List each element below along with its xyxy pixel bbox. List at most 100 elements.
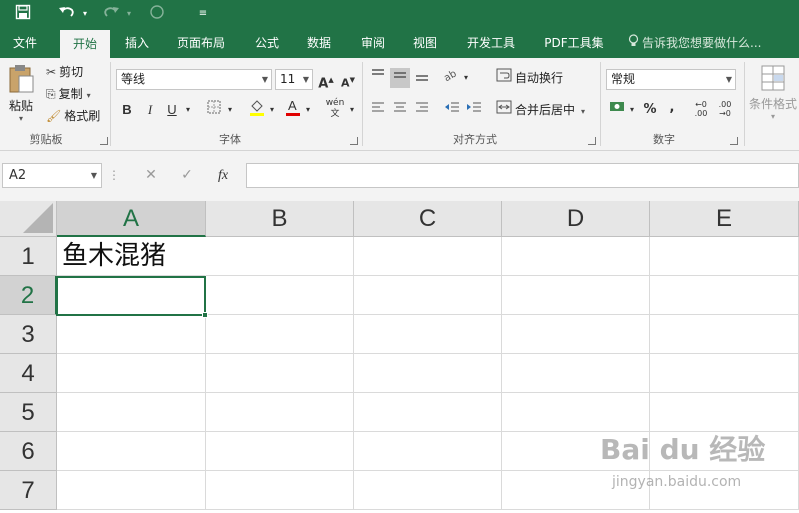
- row-header-5[interactable]: 5: [0, 393, 57, 432]
- cell-a3[interactable]: [57, 315, 206, 354]
- underline-dropdown-icon[interactable]: ▾: [184, 100, 192, 120]
- cell-a6[interactable]: [57, 432, 206, 471]
- tell-me-box[interactable]: 告诉我您想要做什么...: [628, 28, 761, 58]
- cancel-formula-button[interactable]: ✕: [136, 163, 166, 188]
- phonetic-dropdown-icon[interactable]: ▾: [348, 100, 356, 120]
- alignment-launcher-icon[interactable]: [588, 137, 596, 145]
- paste-dropdown-icon[interactable]: ▾: [4, 114, 38, 123]
- row-header-3[interactable]: 3: [0, 315, 57, 354]
- top-align-button[interactable]: [368, 68, 388, 88]
- font-color-button[interactable]: A: [284, 98, 302, 118]
- row-header-7[interactable]: 7: [0, 471, 57, 510]
- cell-b5[interactable]: [206, 393, 354, 432]
- merge-center-button[interactable]: 合并后居中 ▾: [496, 100, 585, 120]
- tab-view[interactable]: 视图: [404, 28, 446, 58]
- column-header-d[interactable]: D: [502, 201, 650, 237]
- accounting-dropdown-icon[interactable]: ▾: [628, 100, 636, 120]
- bottom-align-button[interactable]: [412, 68, 432, 88]
- fill-handle[interactable]: [202, 312, 208, 318]
- cell-c3[interactable]: [354, 315, 502, 354]
- number-launcher-icon[interactable]: [730, 137, 738, 145]
- cell-a7[interactable]: [57, 471, 206, 510]
- column-header-c[interactable]: C: [354, 201, 502, 237]
- middle-align-button[interactable]: [390, 68, 410, 88]
- phonetic-button[interactable]: wén 文: [324, 98, 346, 119]
- cell-e5[interactable]: [650, 393, 799, 432]
- fill-color-button[interactable]: [248, 98, 266, 118]
- wrap-text-button[interactable]: 自动换行: [496, 68, 563, 88]
- increase-font-size-button[interactable]: A▲: [318, 70, 334, 91]
- cell-e1[interactable]: [650, 237, 799, 276]
- accounting-format-button[interactable]: [608, 100, 626, 120]
- formula-input[interactable]: [246, 163, 799, 188]
- tab-home[interactable]: 开始: [60, 30, 110, 58]
- row-header-2[interactable]: 2: [0, 276, 57, 315]
- touch-mode-icon[interactable]: [146, 4, 168, 24]
- save-icon[interactable]: [12, 4, 34, 24]
- enter-formula-button[interactable]: ✓: [172, 163, 202, 188]
- align-center-button[interactable]: [390, 100, 410, 120]
- cell-b3[interactable]: [206, 315, 354, 354]
- row-header-4[interactable]: 4: [0, 354, 57, 393]
- cell-e2[interactable]: [650, 276, 799, 315]
- conditional-dropdown-icon[interactable]: ▾: [748, 112, 798, 121]
- row-header-6[interactable]: 6: [0, 432, 57, 471]
- cell-c7[interactable]: [354, 471, 502, 510]
- font-size-select[interactable]: 11 ▼: [275, 69, 313, 90]
- fill-color-dropdown-icon[interactable]: ▾: [268, 100, 276, 120]
- column-header-e[interactable]: E: [650, 201, 799, 237]
- comma-style-button[interactable]: ,: [666, 98, 678, 118]
- cell-d3[interactable]: [502, 315, 650, 354]
- cut-button[interactable]: ✂ 剪切: [46, 62, 83, 82]
- select-all-button[interactable]: [0, 201, 57, 237]
- cell-b1[interactable]: [206, 237, 354, 276]
- paste-button[interactable]: 粘贴 ▾: [4, 62, 38, 126]
- cell-d5[interactable]: [502, 393, 650, 432]
- row-header-1[interactable]: 1: [0, 237, 57, 276]
- cell-c5[interactable]: [354, 393, 502, 432]
- cell-e4[interactable]: [650, 354, 799, 393]
- insert-function-button[interactable]: fx: [208, 163, 238, 188]
- bold-button[interactable]: B: [120, 100, 134, 120]
- orientation-dropdown-icon[interactable]: ▾: [462, 68, 470, 88]
- cell-c6[interactable]: [354, 432, 502, 471]
- tab-review[interactable]: 审阅: [352, 28, 394, 58]
- cell-b2[interactable]: [206, 276, 354, 315]
- format-painter-button[interactable]: 🖌 格式刷: [46, 106, 100, 126]
- decrease-indent-button[interactable]: [442, 100, 462, 120]
- tab-formulas[interactable]: 公式: [246, 28, 288, 58]
- borders-dropdown-icon[interactable]: ▾: [226, 100, 234, 120]
- percent-button[interactable]: %: [642, 100, 658, 120]
- number-format-select[interactable]: 常规 ▼: [606, 69, 736, 90]
- cell-d2[interactable]: [502, 276, 650, 315]
- cell-c4[interactable]: [354, 354, 502, 393]
- cell-b7[interactable]: [206, 471, 354, 510]
- cell-a1[interactable]: 鱼木混猪: [57, 237, 206, 276]
- align-right-button[interactable]: [412, 100, 432, 120]
- decrease-decimal-button[interactable]: .00 →0: [716, 100, 734, 120]
- undo-icon[interactable]: [56, 4, 78, 24]
- cell-b4[interactable]: [206, 354, 354, 393]
- tab-developer[interactable]: 开发工具: [458, 28, 524, 58]
- tab-data[interactable]: 数据: [298, 28, 340, 58]
- italic-button[interactable]: I: [144, 100, 156, 120]
- cell-c1[interactable]: [354, 237, 502, 276]
- decrease-font-size-button[interactable]: A▼: [340, 70, 356, 90]
- cell-b6[interactable]: [206, 432, 354, 471]
- column-header-b[interactable]: B: [206, 201, 354, 237]
- undo-dropdown-icon[interactable]: ▾: [80, 4, 90, 24]
- clipboard-launcher-icon[interactable]: [100, 137, 108, 145]
- cell-a4[interactable]: [57, 354, 206, 393]
- increase-indent-button[interactable]: [464, 100, 484, 120]
- increase-decimal-button[interactable]: ←0.00: [692, 100, 710, 120]
- font-launcher-icon[interactable]: [350, 137, 358, 145]
- tab-file[interactable]: 文件: [4, 28, 46, 58]
- tab-pdf-tools[interactable]: PDF工具集: [536, 28, 612, 58]
- cell-e3[interactable]: [650, 315, 799, 354]
- merge-dropdown-icon[interactable]: ▾: [581, 107, 585, 116]
- font-name-select[interactable]: 等线 ▼: [116, 69, 272, 90]
- copy-button[interactable]: ⎘ 复制 ▾: [46, 84, 91, 104]
- cell-c2[interactable]: [354, 276, 502, 315]
- font-color-dropdown-icon[interactable]: ▾: [304, 100, 312, 120]
- cell-d4[interactable]: [502, 354, 650, 393]
